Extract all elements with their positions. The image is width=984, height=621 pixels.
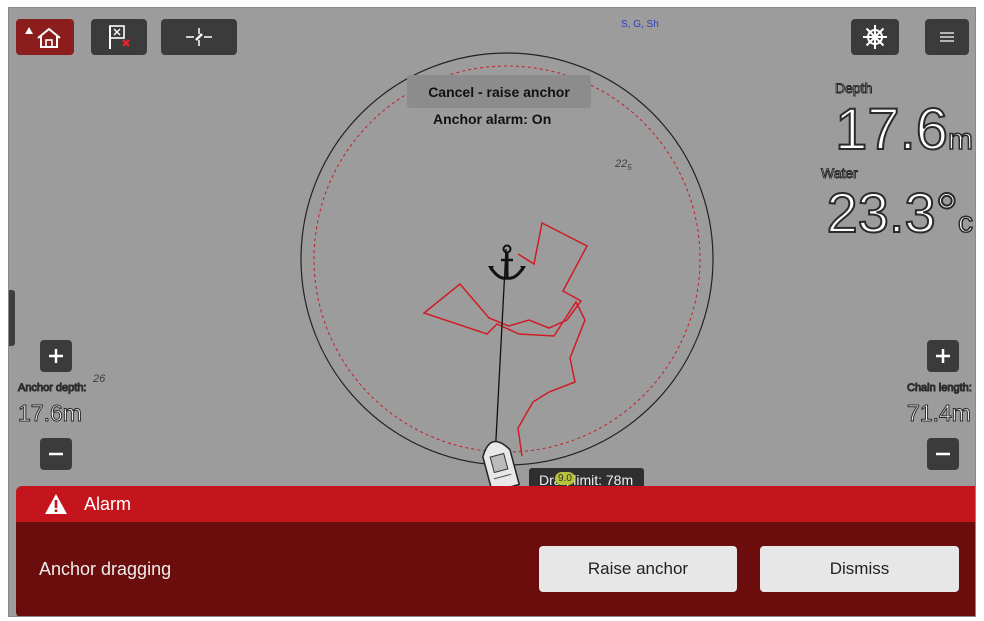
depth-readout: 17.6m	[834, 96, 974, 163]
drag-badge: 9.0	[555, 472, 575, 485]
minus-icon	[49, 452, 63, 456]
warning-icon	[45, 494, 67, 514]
plus-icon	[49, 349, 63, 363]
helm-button[interactable]	[851, 19, 899, 55]
raise-anchor-button[interactable]: Raise anchor	[539, 546, 737, 592]
anchor-alarm-status: Anchor alarm: On	[433, 111, 552, 127]
alarm-header: Alarm	[16, 486, 975, 522]
home-icon	[25, 27, 61, 48]
ships-wheel-icon	[863, 25, 887, 49]
sounding-sub: 5	[627, 163, 632, 173]
position-button[interactable]	[161, 19, 237, 55]
anchor-depth-decrease-button[interactable]	[40, 438, 72, 470]
water-label: Water	[821, 165, 859, 182]
depth-sounding-left: 26	[93, 373, 106, 385]
alarm-title: Alarm	[84, 493, 132, 514]
sounding-main: 22	[615, 158, 628, 170]
chain-length-value: 71.4m	[907, 400, 972, 427]
water-temp-value: 23.3°	[826, 180, 959, 245]
waypoint-button[interactable]	[91, 19, 147, 55]
depth-value: 17.6	[834, 96, 949, 163]
hamburger-menu-icon	[940, 32, 954, 42]
menu-button[interactable]	[925, 19, 969, 55]
home-button[interactable]	[16, 19, 74, 55]
anchor-screen: S, G, Sh Cancel - raise anchor Anchor al…	[8, 7, 976, 617]
chain-length-decrease-button[interactable]	[927, 438, 959, 470]
minus-icon	[936, 452, 950, 456]
anchor-depth-value: 17.6m	[18, 400, 83, 427]
chain-length-label: Chain length:	[907, 382, 973, 395]
depth-unit: m	[947, 122, 974, 157]
chain-length-increase-button[interactable]	[927, 340, 959, 372]
cancel-raise-anchor-button[interactable]: Cancel - raise anchor	[407, 75, 591, 108]
anchor-depth-increase-button[interactable]	[40, 340, 72, 372]
alarm-message: Anchor dragging	[39, 559, 172, 579]
crosshair-icon	[186, 28, 212, 46]
flag-waypoint-icon	[109, 25, 130, 49]
alarm-body: Anchor dragging Raise anchor Dismiss	[16, 522, 975, 616]
vessel-icon	[482, 440, 521, 493]
status-indicator: S, G, Sh	[621, 19, 659, 30]
water-temp-unit: c	[957, 205, 974, 240]
anchor-rode	[494, 248, 507, 459]
side-panel-handle[interactable]	[9, 290, 15, 346]
anchor-depth-label: Anchor depth:	[18, 382, 87, 395]
depth-sounding: 225	[615, 158, 632, 172]
dismiss-button[interactable]: Dismiss	[760, 546, 959, 592]
water-temp-readout: 23.3°c	[826, 180, 974, 245]
anchor-icon	[488, 244, 526, 280]
plus-icon	[936, 349, 950, 363]
alarm-dialog: Alarm Anchor dragging Raise anchor Dismi…	[16, 486, 975, 616]
depth-label: Depth	[834, 80, 873, 97]
